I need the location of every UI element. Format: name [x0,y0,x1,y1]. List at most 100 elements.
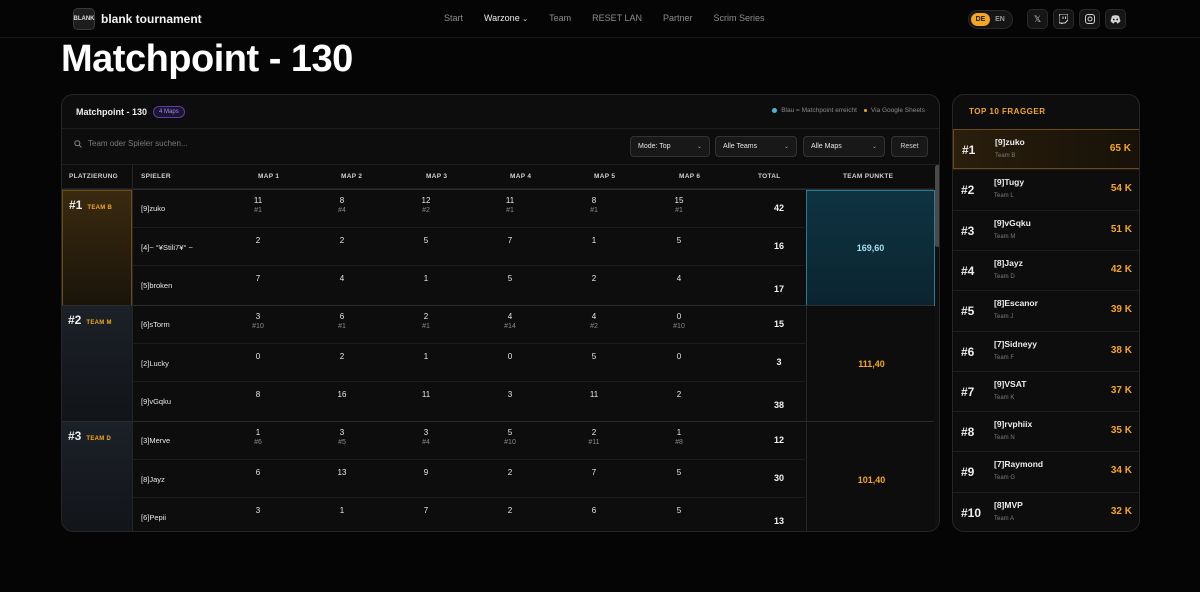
fragger-row[interactable]: #10 [8]MVP Team A 32 K [953,491,1139,531]
kills-value: 5 [507,428,513,437]
discord-icon[interactable] [1105,9,1126,29]
kills-value: 8 [591,196,597,205]
fragger-points: 38 K [1110,344,1132,356]
brand-name: blank tournament [101,12,202,26]
maps-select-value: Alle Maps [811,143,842,150]
map-2-cell: 3 #5 [322,428,362,446]
fragger-row[interactable]: #5 [8]Escanor Team J 39 K [953,290,1139,330]
map-2-cell: 2 [322,352,362,361]
chevron-down-icon: ⌄ [522,16,529,23]
map-2-cell: 2 [322,236,362,245]
table-row[interactable]: [8]Jayz 6 13 9 2 7 5 30 [133,460,805,498]
reset-button[interactable]: Reset [891,136,928,157]
table-row[interactable]: [6]sTorm 3 #10 6 #1 2 #1 4 #14 4 #2 0 #10 15 [133,306,805,344]
nav-link-partner[interactable]: Partner [663,13,693,23]
nav-link-scrim-series[interactable]: Scrim Series [713,13,764,23]
nav-link-warzone[interactable]: Warzone ⌄ [484,13,528,23]
rank-number: #3 [68,429,82,443]
team-points: 101,40 [806,422,936,531]
legend-sheets: Via Google Sheets [870,107,925,114]
fragger-row[interactable]: #7 [9]VSAT Team K 37 K [953,370,1139,411]
instagram-icon[interactable] [1079,9,1100,29]
table-scrollbar[interactable] [935,165,939,531]
teams-select[interactable]: Alle Teams ⌄ [715,136,797,157]
kills-value: 0 [676,312,682,321]
total-value: 13 [773,516,784,526]
map-4-cell: 0 [490,352,530,361]
table-row[interactable]: [4]~ °¥Stili7¥° ~ 2 2 5 7 1 5 16 [133,228,805,266]
fragger-row[interactable]: #6 [7]Sidneyy Team F 38 K [953,330,1139,371]
blue-dot-icon [772,108,778,113]
col-header: TEAM PUNKTE [843,173,894,180]
kills-value: 1 [255,428,261,437]
fragger-row[interactable]: #8 [9]rvphiix Team N 35 K [953,411,1139,451]
table-row[interactable]: [3]Merve 1 #6 3 #5 3 #4 5 #10 2 #11 1 #8 12 [133,422,805,460]
fragger-team: Team D [994,273,1015,280]
fragger-row[interactable]: #3 [9]vGqku Team M 51 K [953,209,1139,250]
kills-value: 2 [507,468,513,477]
maps-select[interactable]: Alle Maps ⌄ [803,136,885,157]
lang-de[interactable]: DE [971,13,990,26]
kills-value: 11 [505,196,515,205]
kills-value: 2 [339,352,345,361]
fragger-name: [8]Jayz [994,257,1023,268]
kills-value: 1 [591,236,597,245]
col-header: MAP 2 [341,173,363,180]
map-5-cell: 11 [574,390,614,399]
kills-value: 15 [674,196,684,205]
lang-en[interactable]: EN [990,16,1010,23]
col-header: PLATZIERUNG [69,173,119,180]
twitch-icon[interactable] [1053,9,1074,29]
fragger-points: 54 K [1110,183,1132,195]
fragger-rank: #4 [961,263,975,278]
fragger-rank: #1 [962,143,976,157]
logo[interactable]: BLANK blank tournament [73,8,202,30]
table-row[interactable]: [6]Pepii 3 1 7 2 6 5 13 [133,498,805,531]
table-row[interactable]: [9]vGqku 8 16 11 3 11 2 38 [133,382,805,420]
placement-value: #1 [338,323,346,330]
fragger-row[interactable]: #1 [9]zuko Team B 65 K [953,129,1139,169]
player-name: [9]zuko [141,204,166,213]
fragger-row[interactable]: #2 [9]Tugy Team L 54 K [953,169,1139,209]
kills-value: 2 [591,274,597,283]
language-toggle[interactable]: DE EN [968,10,1013,29]
table-row[interactable]: [2]Lucky 0 2 1 0 5 0 3 [133,344,805,382]
table-row[interactable]: [9]zuko 11 #1 8 #4 12 #2 11 #1 8 #1 15 #1 42 [133,190,805,228]
map-1-cell: 0 [238,352,278,361]
fragger-team: Team A [994,515,1015,522]
team-group: #3 TEAM D [3]Merve 1 #6 3 #5 3 #4 5 #10 2 #11 1 #8 12 [8… [62,421,936,531]
rank-team: TEAM D [86,436,112,442]
fragger-row[interactable]: #9 [7]Raymond Team G 34 K [953,451,1139,491]
rank-number: #1 [69,198,83,212]
map-2-cell: 4 [322,274,362,283]
nav-link-start[interactable]: Start [444,13,463,23]
placement-value: #1 [675,207,683,214]
fragger-name: [9]Tugy [994,177,1025,188]
search-input[interactable]: Team oder Spieler suchen... [74,139,188,148]
map-1-cell: 11 #1 [238,196,278,214]
scrollbar-thumb[interactable] [935,165,939,247]
fragger-team: Team K [994,394,1015,401]
kills-value: 4 [676,274,682,283]
placement-value: #1 [590,207,598,214]
table-row[interactable]: [5]broken 7 4 1 5 2 4 17 [133,266,805,304]
x-icon[interactable]: 𝕏 [1027,9,1048,29]
nav-link-team[interactable]: Team [549,13,571,23]
fragger-row[interactable]: #4 [8]Jayz Team D 42 K [953,249,1139,290]
map-1-cell: 6 [238,468,278,477]
nav-link-reset-lan[interactable]: RESET LAN [592,13,642,23]
map-3-cell: 5 [406,236,446,245]
total-value: 30 [773,473,784,483]
map-5-cell: 8 #1 [574,196,614,214]
map-6-cell: 0 [659,352,699,361]
page-title: Matchpoint - 130 [61,38,353,80]
panel-header: Matchpoint - 130 4 Maps Blau = Matchpoin… [62,95,939,129]
total-value: 38 [773,400,784,410]
map-2-cell: 1 [322,506,362,515]
fragger-name: [7]Raymond [994,459,1044,470]
mode-select[interactable]: Mode: Top ⌄ [630,136,710,157]
kills-value: 1 [339,506,345,515]
total-value: 16 [773,241,784,251]
total-value: 17 [773,284,784,294]
kills-value: 5 [676,506,682,515]
